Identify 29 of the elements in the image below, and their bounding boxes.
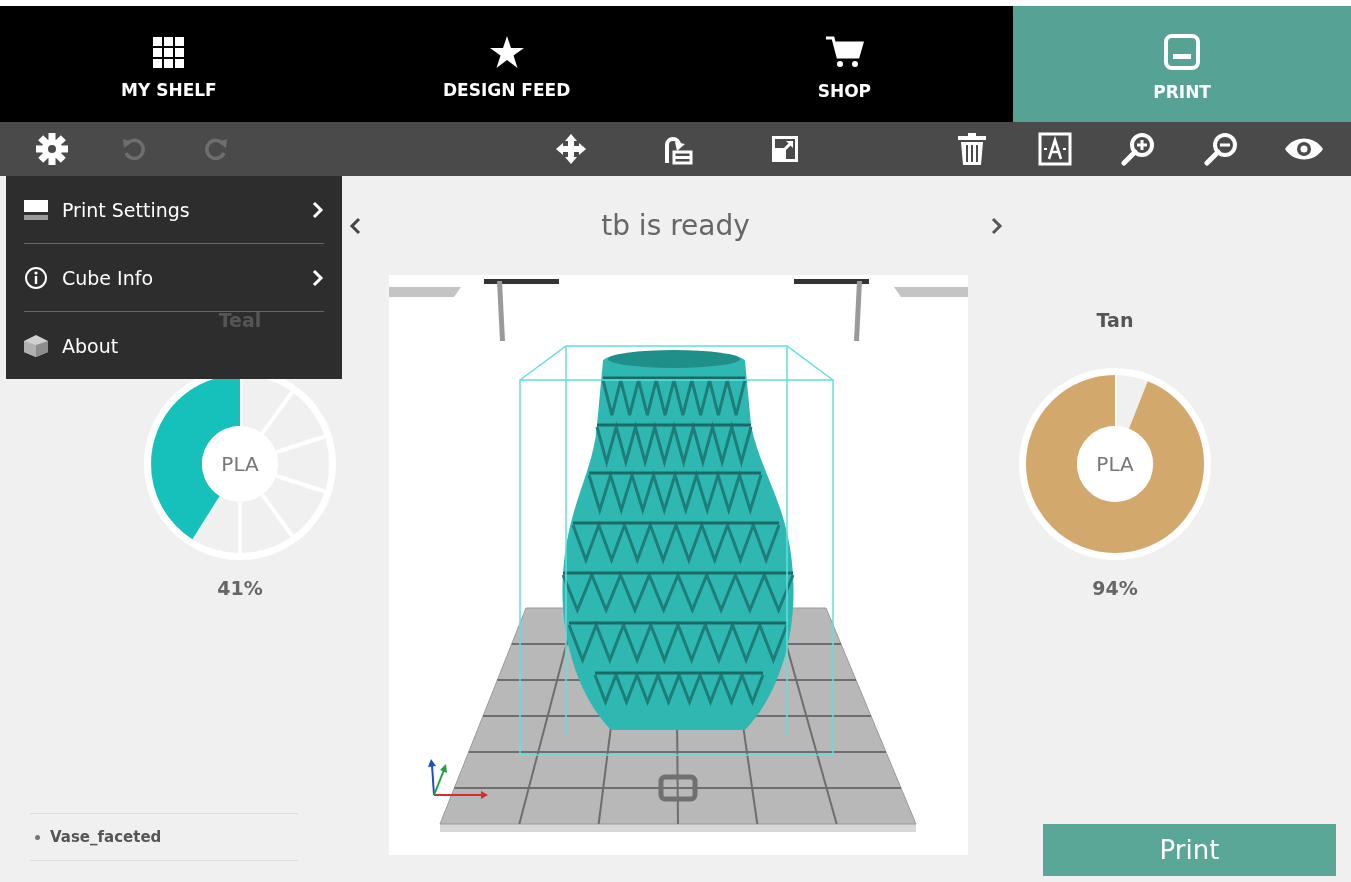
model-name[interactable]: Vase_faceted [50,828,162,846]
printer-icon [1164,34,1201,70]
settings-icon [36,133,68,165]
cube-icon [24,334,48,357]
cart-icon [824,35,865,69]
scale-icon [771,136,798,162]
filament-percent: 41% [217,577,263,599]
zoom-out-icon [1203,132,1238,166]
3d-viewport[interactable] [389,275,968,855]
info-icon [24,265,48,290]
print-settings-icon [24,199,48,220]
redo-icon [203,136,229,162]
grid-icon [153,36,185,68]
star-icon [489,36,524,68]
fit-frame-icon [1037,132,1072,166]
bullet-icon [35,834,40,840]
chevron-left-icon [348,216,361,235]
filament-name: Tan [1096,309,1134,331]
printer-status-title: tb is ready [600,209,751,242]
zoom-in-icon [1120,132,1155,166]
axis-icon [428,759,488,799]
move-icon [555,134,586,164]
undo-icon [121,136,147,162]
menu-item[interactable]: Print Settings [6,176,342,243]
eye-icon [1283,137,1324,161]
chevron-right-icon [990,216,1003,235]
filament-percent: 94% [1092,577,1138,599]
menu-item[interactable]: Cube Info [6,244,342,311]
trash-icon [957,133,986,165]
